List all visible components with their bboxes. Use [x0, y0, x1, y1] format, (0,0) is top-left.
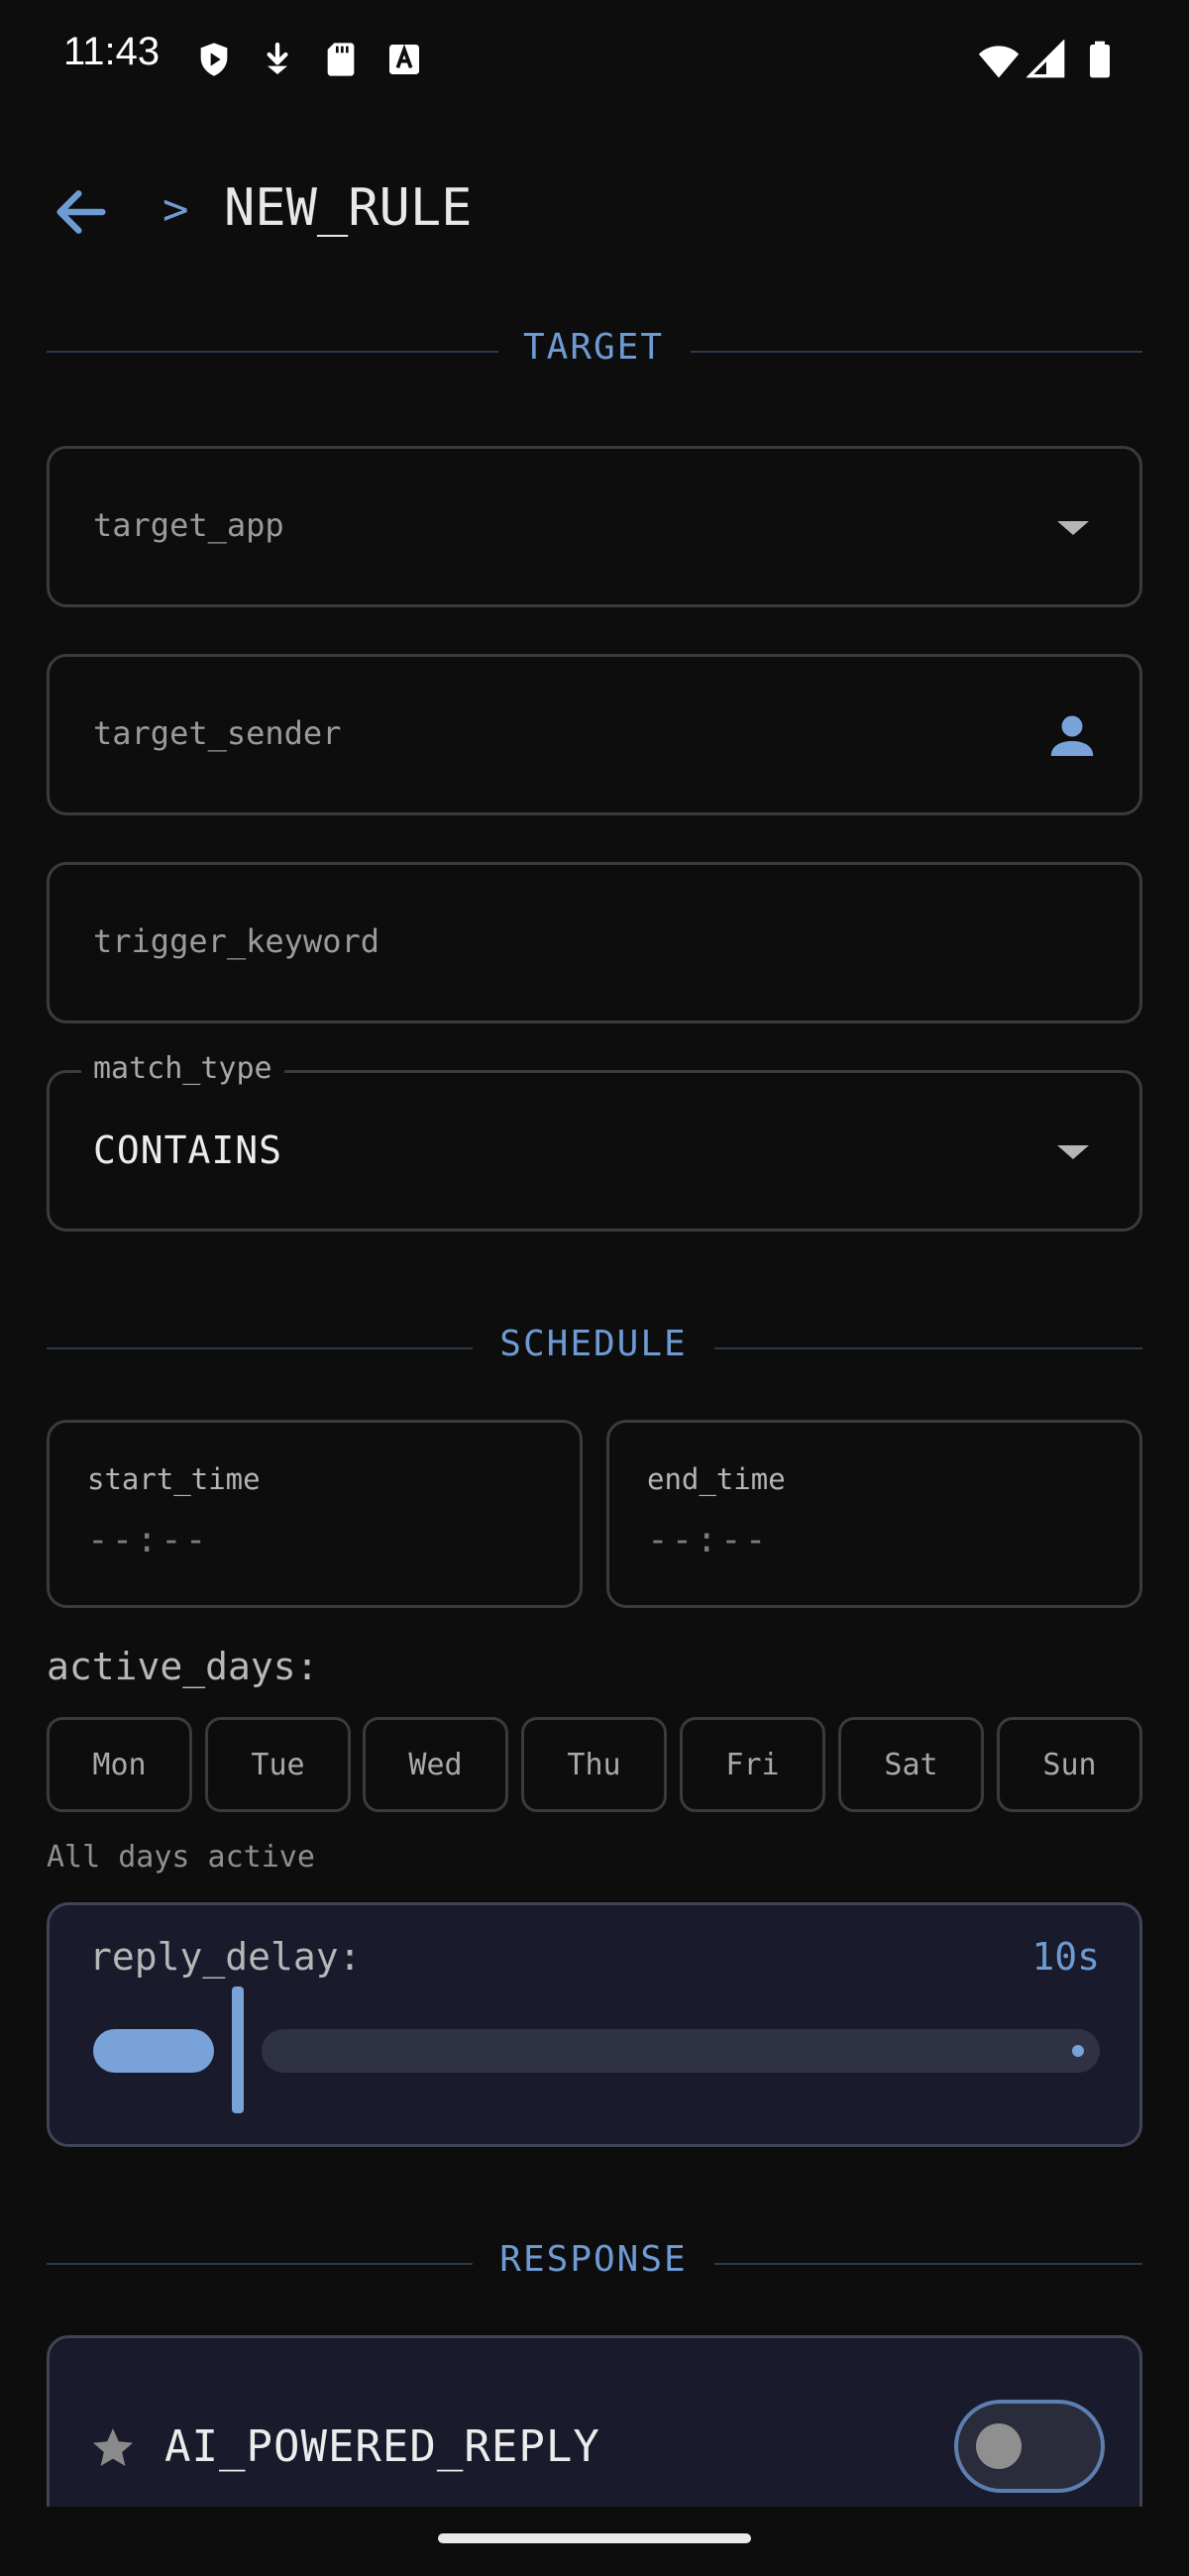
- chevron-down-icon: [1057, 1145, 1089, 1159]
- target-app-dropdown[interactable]: target_app: [47, 446, 1142, 607]
- star-icon: [89, 2424, 137, 2472]
- cell-signal-icon: [1027, 40, 1066, 79]
- reply-delay-panel: reply_delay: 10s: [47, 1902, 1142, 2147]
- section-divider-line: [714, 1347, 1142, 1349]
- section-divider-line: [47, 351, 498, 353]
- section-divider-line: [47, 2263, 473, 2265]
- start-time-value: --:--: [87, 1520, 210, 1560]
- start-time-label: start_time: [87, 1462, 261, 1496]
- home-indicator[interactable]: [438, 2533, 751, 2543]
- match-type-label: match_type: [81, 1051, 284, 1086]
- play-shield-icon: [194, 40, 234, 79]
- reply-delay-value: 10s: [1031, 1935, 1100, 1979]
- active-days-label: active_days:: [47, 1645, 319, 1688]
- section-divider-line: [714, 2263, 1142, 2265]
- days-hint: All days active: [47, 1840, 315, 1875]
- section-divider-line: [691, 351, 1142, 353]
- sd-card-icon: [321, 40, 361, 79]
- back-button[interactable]: [50, 180, 113, 244]
- chevron-down-icon: [1057, 521, 1089, 535]
- target-sender-placeholder: target_sender: [93, 714, 342, 752]
- ai-powered-reply-label: AI_POWERED_REPLY: [164, 2421, 600, 2472]
- reply-delay-slider-thumb[interactable]: [232, 1986, 244, 2113]
- ai-powered-reply-toggle[interactable]: [954, 2400, 1105, 2493]
- trigger-keyword-field[interactable]: trigger_keyword: [47, 862, 1142, 1023]
- day-chip-tue[interactable]: Tue: [205, 1717, 351, 1812]
- day-chip-sun[interactable]: Sun: [997, 1717, 1142, 1812]
- reply-delay-slider-track[interactable]: [262, 2029, 1100, 2073]
- download-icon: [258, 40, 297, 79]
- page-title: NEW_RULE: [224, 178, 473, 238]
- start-time-field[interactable]: start_time --:--: [47, 1420, 583, 1608]
- wifi-icon: [977, 40, 1021, 79]
- reply-delay-slider-active-track[interactable]: [93, 2029, 214, 2073]
- day-chip-thu[interactable]: Thu: [521, 1717, 667, 1812]
- day-chip-mon[interactable]: Mon: [47, 1717, 192, 1812]
- target-sender-field[interactable]: target_sender: [47, 654, 1142, 815]
- reply-delay-label: reply_delay:: [89, 1935, 362, 1979]
- status-bar: 11:43: [0, 0, 1189, 119]
- slider-end-dot: [1072, 2045, 1084, 2057]
- section-label-response: RESPONSE: [499, 2239, 688, 2280]
- match-type-value: CONTAINS: [93, 1128, 283, 1172]
- ai-reply-panel: AI_POWERED_REPLY: [47, 2335, 1142, 2507]
- text-a-icon: [384, 40, 424, 79]
- status-time: 11:43: [63, 30, 161, 73]
- section-label-target: TARGET: [522, 327, 665, 368]
- trigger-keyword-placeholder: trigger_keyword: [93, 922, 379, 960]
- day-chip-sat[interactable]: Sat: [838, 1717, 984, 1812]
- target-app-placeholder: target_app: [93, 506, 284, 544]
- day-chip-wed[interactable]: Wed: [363, 1717, 508, 1812]
- match-type-dropdown[interactable]: CONTAINS: [47, 1070, 1142, 1232]
- toggle-knob: [976, 2423, 1022, 2469]
- day-chip-fri[interactable]: Fri: [680, 1717, 825, 1812]
- end-time-label: end_time: [647, 1462, 786, 1496]
- section-label-schedule: SCHEDULE: [499, 1324, 688, 1364]
- end-time-value: --:--: [647, 1520, 770, 1560]
- end-time-field[interactable]: end_time --:--: [606, 1420, 1142, 1608]
- battery-icon: [1080, 40, 1120, 79]
- arrow-left-icon: [56, 190, 106, 234]
- person-icon[interactable]: [1042, 706, 1102, 766]
- header-prompt: >: [162, 184, 189, 235]
- section-divider-line: [47, 1347, 473, 1349]
- ai-reply-panel-clip: AI_POWERED_REPLY: [47, 2335, 1142, 2507]
